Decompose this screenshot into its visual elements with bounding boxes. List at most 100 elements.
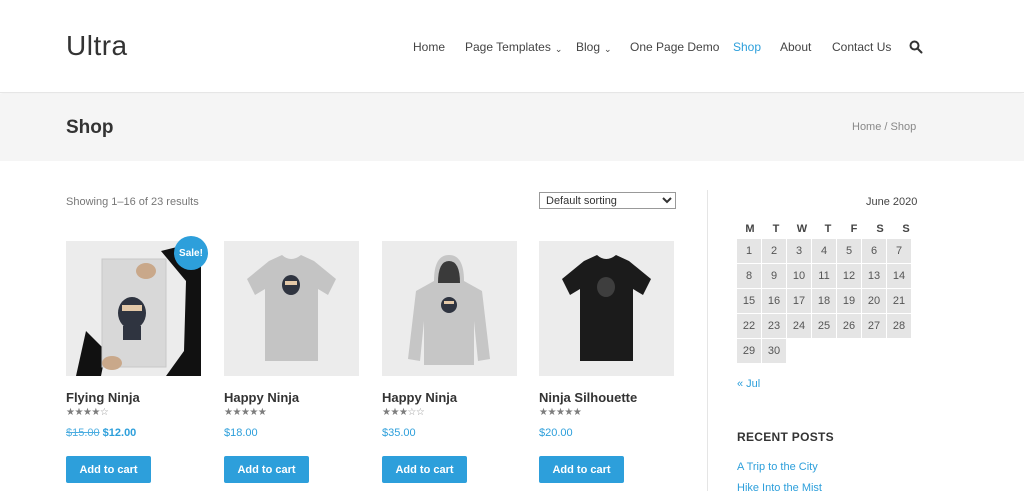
calendar-empty-cell — [787, 339, 811, 363]
calendar-week-row: 29 30 — [737, 339, 919, 364]
product-name[interactable]: Ninja Silhouette — [539, 390, 637, 405]
calendar-day: 25 — [812, 314, 836, 338]
calendar-day: 2 — [762, 239, 786, 263]
recent-post-link[interactable]: A Trip to the City — [737, 461, 818, 473]
star-filled-icon: ★ — [232, 407, 241, 418]
calendar-day: 13 — [862, 264, 886, 288]
add-to-cart-button[interactable]: Add to cart — [224, 456, 309, 483]
product-name[interactable]: Happy Ninja — [224, 390, 299, 405]
calendar-day: 11 — [812, 264, 836, 288]
breadcrumb: Home / Shop — [852, 121, 916, 133]
calendar-day: 30 — [762, 339, 786, 363]
calendar-week-row: 1234567 — [737, 239, 919, 264]
star-filled-icon: ★ — [257, 407, 267, 418]
calendar-day: 16 — [762, 289, 786, 313]
calendar-day: 7 — [887, 239, 911, 263]
product-price: $20.00 — [539, 427, 573, 439]
breadcrumb-separator: / — [881, 121, 891, 133]
calendar-empty-cell — [887, 339, 911, 363]
product-name[interactable]: Happy Ninja — [382, 390, 457, 405]
calendar-day: 6 — [862, 239, 886, 263]
calendar-empty-cell — [862, 339, 886, 363]
product-card: Sale! Flying Ninja ★★★★☆ $15.00 $12.00 Ad… — [66, 236, 208, 483]
nav-item-home[interactable]: Home — [413, 40, 445, 54]
site-logo[interactable]: Ultra — [66, 30, 128, 62]
site-header: Ultra Home Page Templates ⌄ Blog ⌄ One Pag… — [0, 0, 1024, 93]
nav-item-shop[interactable]: Shop — [733, 40, 761, 54]
nav-item-blog[interactable]: Blog ⌄ — [576, 40, 612, 54]
calendar-weeks: 1 2 3 4 5 6 7 8 9 10 11 12 13 14 15 16 17 18 19 20 21 22 23 24 2… — [737, 239, 919, 364]
calendar-widget: MTWTFSS 1 2 3 4 5 6 7 8 9 10 11 12 13 14 15 16 17 18 19 20 2… — [737, 219, 919, 364]
recent-post-link[interactable]: Hike Into the Mist — [737, 482, 822, 491]
product-image[interactable] — [224, 241, 359, 376]
calendar-caption: June 2020 — [866, 196, 918, 208]
product-card: Ninja Silhouette ★★★★★ $20.00 Add to car… — [539, 241, 674, 483]
calendar-day: 28 — [887, 314, 911, 338]
calendar-day: 8 — [737, 264, 761, 288]
calendar-prev-link[interactable]: « Jul — [737, 378, 760, 390]
calendar-day: 15 — [737, 289, 761, 313]
calendar-day: 22 — [737, 314, 761, 338]
calendar-day: 23 — [762, 314, 786, 338]
star-filled-icon: ★ — [249, 407, 258, 418]
nav-label: Home — [413, 40, 446, 54]
calendar-day: 26 — [837, 314, 861, 338]
regular-price: $20.00 — [539, 427, 573, 439]
chevron-down-icon: ⌄ — [554, 44, 563, 54]
star-filled-icon: ★ — [572, 407, 582, 418]
calendar-day: 18 — [812, 289, 836, 313]
product-image[interactable] — [539, 241, 674, 376]
calendar-week-row: 15 16 17 18 19 20 21 — [737, 289, 919, 314]
product-card: Happy Ninja ★★★☆☆ $35.00 Add to cart — [382, 241, 517, 483]
product-price: $18.00 — [224, 427, 258, 439]
calendar-weekday: W — [796, 223, 808, 235]
breadcrumb-home[interactable]: Home — [852, 121, 881, 133]
add-to-cart-button[interactable]: Add to cart — [382, 456, 467, 483]
calendar-weekday: S — [902, 223, 910, 235]
nav-item-page-templates[interactable]: Page Templates ⌄ — [465, 40, 562, 54]
add-to-cart-button[interactable]: Add to cart — [539, 456, 624, 483]
search-icon[interactable] — [909, 40, 923, 54]
nav-item-about[interactable]: About — [780, 40, 811, 54]
calendar-empty-cell — [812, 339, 836, 363]
calendar-week-row: 8 9 10 11 12 13 14 — [737, 264, 919, 289]
chevron-down-icon: ⌄ — [604, 44, 612, 54]
calendar-day: 12 — [837, 264, 861, 288]
nav-label: Blog — [576, 40, 601, 54]
calendar-day: 3 — [787, 239, 811, 263]
calendar-day: 21 — [887, 289, 911, 313]
calendar-weekday: S — [876, 223, 884, 235]
star-empty-icon: ☆ — [415, 407, 425, 418]
calendar-weekday: F — [850, 223, 858, 235]
star-empty-icon: ☆ — [99, 407, 109, 418]
page-title-bar: Shop Home / Shop — [0, 94, 1024, 161]
nav-item-contact-us[interactable]: Contact Us — [832, 40, 891, 54]
star-filled-icon: ★ — [390, 407, 399, 418]
star-empty-icon: ☆ — [407, 407, 416, 418]
star-rating: ★★★☆☆ — [382, 407, 425, 418]
calendar-week-row: 22 23 24 25 26 27 28 — [737, 314, 919, 339]
star-filled-icon: ★ — [91, 407, 100, 418]
sort-select[interactable]: Default sorting — [539, 192, 676, 209]
product-image[interactable] — [382, 241, 517, 376]
nav-label: Shop — [733, 40, 762, 54]
calendar-weekday-row: MTWTFSS — [737, 219, 919, 239]
calendar-day: 29 — [737, 339, 761, 363]
calendar-day: 24 — [787, 314, 811, 338]
page-title: Shop — [66, 117, 114, 138]
nav-label: Contact Us — [832, 40, 892, 54]
add-to-cart-button[interactable]: Add to cart — [66, 456, 151, 483]
star-filled-icon: ★ — [547, 407, 556, 418]
nav-item-one-page-demo[interactable]: One Page Demo — [630, 40, 719, 54]
product-name[interactable]: Flying Ninja — [66, 390, 140, 405]
sale-price: $12.00 — [102, 427, 137, 439]
regular-price: $35.00 — [382, 427, 416, 439]
nav-label: Page Templates — [465, 40, 551, 54]
results-count: Showing 1–16 of 23 results — [66, 196, 199, 208]
calendar-weekday: T — [772, 223, 780, 235]
product-price: $35.00 — [382, 427, 416, 439]
calendar-day: 4 — [812, 239, 836, 263]
star-rating: ★★★★★ — [539, 407, 582, 418]
product-card: Happy Ninja ★★★★★ $18.00 Add to cart — [224, 241, 359, 483]
nav-label: About — [780, 40, 812, 54]
